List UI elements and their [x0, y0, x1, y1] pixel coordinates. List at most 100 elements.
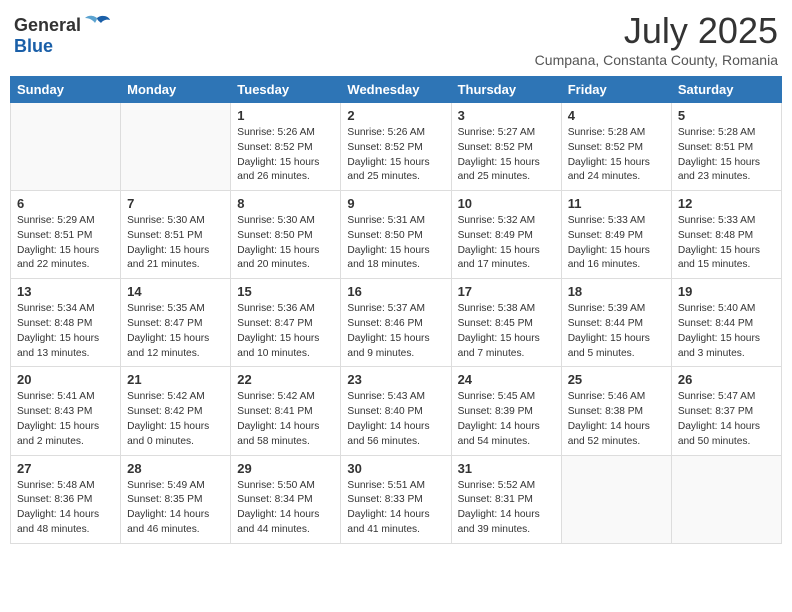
day-info: Sunrise: 5:42 AMSunset: 8:42 PMDaylight:… — [127, 390, 224, 449]
day-info: Sunrise: 5:34 AMSunset: 8:48 PMDaylight:… — [17, 302, 114, 361]
day-info: Sunrise: 5:41 AMSunset: 8:43 PMDaylight:… — [17, 390, 114, 449]
calendar-day-cell: 19Sunrise: 5:40 AMSunset: 8:44 PMDayligh… — [671, 279, 781, 367]
calendar-day-cell: 6Sunrise: 5:29 AMSunset: 8:51 PMDaylight… — [11, 191, 121, 279]
logo-blue-text: Blue — [14, 36, 53, 57]
day-info: Sunrise: 5:30 AMSunset: 8:51 PMDaylight:… — [127, 214, 224, 273]
weekday-header-sunday: Sunday — [11, 77, 121, 103]
calendar-day-cell: 21 Sunrise: 5:42 AMSunset: 8:42 PMDayligh… — [121, 367, 231, 455]
day-number: 28 — [127, 461, 224, 476]
day-info: Sunrise: 5:28 AMSunset: 8:51 PMDaylight:… — [678, 126, 775, 185]
day-info: Sunrise: 5:33 AMSunset: 8:49 PMDaylight:… — [568, 214, 665, 273]
calendar-day-cell: 12Sunrise: 5:33 AMSunset: 8:48 PMDayligh… — [671, 191, 781, 279]
day-number: 21 — [127, 372, 224, 387]
day-info: Sunrise: 5:37 AMSunset: 8:46 PMDaylight:… — [347, 302, 444, 361]
calendar-day-cell: 25 Sunrise: 5:46 AMSunset: 8:38 PMDayligh… — [561, 367, 671, 455]
day-number: 27 — [17, 461, 114, 476]
day-number: 8 — [237, 196, 334, 211]
calendar-day-cell: 23 Sunrise: 5:43 AMSunset: 8:40 PMDayligh… — [341, 367, 451, 455]
calendar-day-cell: 14 Sunrise: 5:35 AMSunset: 8:47 PMDayligh… — [121, 279, 231, 367]
day-info: Sunrise: 5:32 AMSunset: 8:49 PMDaylight:… — [458, 214, 555, 273]
weekday-header-saturday: Saturday — [671, 77, 781, 103]
calendar-day-cell: 17 Sunrise: 5:38 AMSunset: 8:45 PMDayligh… — [451, 279, 561, 367]
day-number: 30 — [347, 461, 444, 476]
title-section: July 2025 Cumpana, Constanta County, Rom… — [535, 10, 778, 68]
calendar-day-cell: 27 Sunrise: 5:48 AMSunset: 8:36 PMDayligh… — [11, 455, 121, 543]
day-number: 3 — [458, 108, 555, 123]
day-number: 10 — [458, 196, 555, 211]
calendar-day-cell: 10 Sunrise: 5:32 AMSunset: 8:49 PMDayligh… — [451, 191, 561, 279]
page-header: General Blue July 2025 Cumpana, Constant… — [10, 10, 782, 68]
location-subtitle: Cumpana, Constanta County, Romania — [535, 52, 778, 68]
logo-bird-icon — [83, 14, 111, 36]
calendar-day-cell: 16 Sunrise: 5:37 AMSunset: 8:46 PMDayligh… — [341, 279, 451, 367]
day-info: Sunrise: 5:26 AMSunset: 8:52 PMDaylight:… — [237, 126, 334, 185]
weekday-header-thursday: Thursday — [451, 77, 561, 103]
day-info: Sunrise: 5:38 AMSunset: 8:45 PMDaylight:… — [458, 302, 555, 361]
day-number: 22 — [237, 372, 334, 387]
calendar-week-row: 6Sunrise: 5:29 AMSunset: 8:51 PMDaylight… — [11, 191, 782, 279]
calendar-day-cell: 11 Sunrise: 5:33 AMSunset: 8:49 PMDayligh… — [561, 191, 671, 279]
day-info: Sunrise: 5:46 AMSunset: 8:38 PMDaylight:… — [568, 390, 665, 449]
weekday-header-friday: Friday — [561, 77, 671, 103]
calendar-day-cell: 15Sunrise: 5:36 AMSunset: 8:47 PMDayligh… — [231, 279, 341, 367]
day-number: 20 — [17, 372, 114, 387]
day-number: 23 — [347, 372, 444, 387]
day-info: Sunrise: 5:45 AMSunset: 8:39 PMDaylight:… — [458, 390, 555, 449]
day-info: Sunrise: 5:42 AMSunset: 8:41 PMDaylight:… — [237, 390, 334, 449]
day-info: Sunrise: 5:29 AMSunset: 8:51 PMDaylight:… — [17, 214, 114, 273]
calendar-day-cell: 30 Sunrise: 5:51 AMSunset: 8:33 PMDayligh… — [341, 455, 451, 543]
day-number: 17 — [458, 284, 555, 299]
weekday-header-wednesday: Wednesday — [341, 77, 451, 103]
calendar-day-cell: 13 Sunrise: 5:34 AMSunset: 8:48 PMDayligh… — [11, 279, 121, 367]
day-number: 16 — [347, 284, 444, 299]
calendar-day-cell: 20 Sunrise: 5:41 AMSunset: 8:43 PMDayligh… — [11, 367, 121, 455]
day-info: Sunrise: 5:27 AMSunset: 8:52 PMDaylight:… — [458, 126, 555, 185]
calendar-week-row: 27 Sunrise: 5:48 AMSunset: 8:36 PMDayligh… — [11, 455, 782, 543]
day-info: Sunrise: 5:35 AMSunset: 8:47 PMDaylight:… — [127, 302, 224, 361]
day-number: 29 — [237, 461, 334, 476]
day-info: Sunrise: 5:48 AMSunset: 8:36 PMDaylight:… — [17, 479, 114, 538]
calendar-day-cell: 31 Sunrise: 5:52 AMSunset: 8:31 PMDayligh… — [451, 455, 561, 543]
calendar-day-cell — [561, 455, 671, 543]
day-info: Sunrise: 5:26 AMSunset: 8:52 PMDaylight:… — [347, 126, 444, 185]
day-info: Sunrise: 5:49 AMSunset: 8:35 PMDaylight:… — [127, 479, 224, 538]
day-number: 31 — [458, 461, 555, 476]
calendar-day-cell: 1Sunrise: 5:26 AMSunset: 8:52 PMDaylight… — [231, 103, 341, 191]
calendar-day-cell: 4 Sunrise: 5:28 AMSunset: 8:52 PMDaylight… — [561, 103, 671, 191]
logo-general-text: General — [14, 15, 81, 36]
day-info: Sunrise: 5:28 AMSunset: 8:52 PMDaylight:… — [568, 126, 665, 185]
day-info: Sunrise: 5:50 AMSunset: 8:34 PMDaylight:… — [237, 479, 334, 538]
day-number: 25 — [568, 372, 665, 387]
calendar-day-cell: 8 Sunrise: 5:30 AMSunset: 8:50 PMDaylight… — [231, 191, 341, 279]
day-info: Sunrise: 5:31 AMSunset: 8:50 PMDaylight:… — [347, 214, 444, 273]
weekday-header-tuesday: Tuesday — [231, 77, 341, 103]
day-info: Sunrise: 5:51 AMSunset: 8:33 PMDaylight:… — [347, 479, 444, 538]
day-number: 2 — [347, 108, 444, 123]
calendar-week-row: 1Sunrise: 5:26 AMSunset: 8:52 PMDaylight… — [11, 103, 782, 191]
day-number: 9 — [347, 196, 444, 211]
calendar-day-cell: 9 Sunrise: 5:31 AMSunset: 8:50 PMDaylight… — [341, 191, 451, 279]
day-number: 11 — [568, 196, 665, 211]
calendar-day-cell: 3 Sunrise: 5:27 AMSunset: 8:52 PMDaylight… — [451, 103, 561, 191]
day-info: Sunrise: 5:39 AMSunset: 8:44 PMDaylight:… — [568, 302, 665, 361]
day-number: 18 — [568, 284, 665, 299]
calendar-day-cell: 29 Sunrise: 5:50 AMSunset: 8:34 PMDayligh… — [231, 455, 341, 543]
day-info: Sunrise: 5:43 AMSunset: 8:40 PMDaylight:… — [347, 390, 444, 449]
day-number: 13 — [17, 284, 114, 299]
calendar-week-row: 20 Sunrise: 5:41 AMSunset: 8:43 PMDayligh… — [11, 367, 782, 455]
day-number: 5 — [678, 108, 775, 123]
day-info: Sunrise: 5:30 AMSunset: 8:50 PMDaylight:… — [237, 214, 334, 273]
day-number: 14 — [127, 284, 224, 299]
day-info: Sunrise: 5:52 AMSunset: 8:31 PMDaylight:… — [458, 479, 555, 538]
day-number: 15 — [237, 284, 334, 299]
calendar-week-row: 13 Sunrise: 5:34 AMSunset: 8:48 PMDayligh… — [11, 279, 782, 367]
calendar-day-cell — [671, 455, 781, 543]
calendar-day-cell — [121, 103, 231, 191]
calendar-day-cell: 24Sunrise: 5:45 AMSunset: 8:39 PMDayligh… — [451, 367, 561, 455]
calendar-day-cell: 5 Sunrise: 5:28 AMSunset: 8:51 PMDaylight… — [671, 103, 781, 191]
calendar-day-cell: 28 Sunrise: 5:49 AMSunset: 8:35 PMDayligh… — [121, 455, 231, 543]
calendar-day-cell: 22 Sunrise: 5:42 AMSunset: 8:41 PMDayligh… — [231, 367, 341, 455]
calendar-day-cell: 7Sunrise: 5:30 AMSunset: 8:51 PMDaylight… — [121, 191, 231, 279]
day-number: 4 — [568, 108, 665, 123]
day-number: 26 — [678, 372, 775, 387]
